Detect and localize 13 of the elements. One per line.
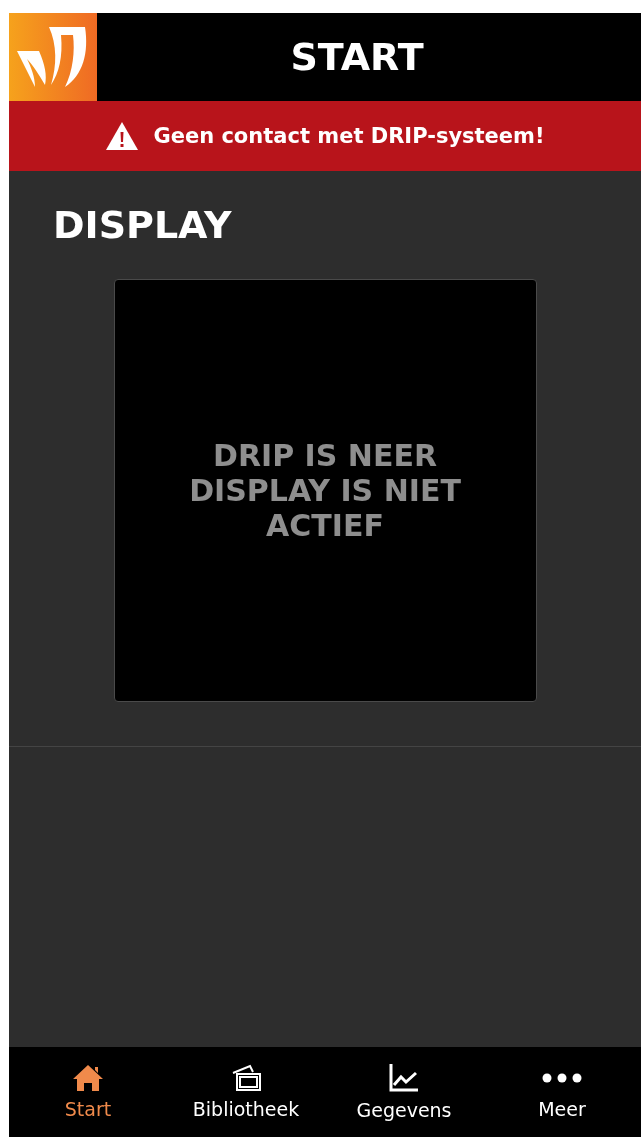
alert-message: Geen contact met DRIP-systeem! xyxy=(153,124,545,148)
warning-icon xyxy=(105,121,140,151)
photos-icon xyxy=(230,1064,262,1092)
logo-icon xyxy=(9,13,97,101)
page-title: START xyxy=(289,35,425,79)
line-chart-icon xyxy=(388,1063,420,1093)
nav-tab[interactable]: Meer xyxy=(483,1047,641,1137)
nav-tab[interactable]: Start xyxy=(9,1047,167,1137)
home-icon xyxy=(72,1064,104,1092)
nav-tab[interactable]: Bibliotheek xyxy=(167,1047,325,1137)
display-message: DRIP IS NEER DISPLAY IS NIET ACTIEF xyxy=(189,438,461,543)
section-title: DISPLAY xyxy=(53,202,233,249)
nav-tab[interactable]: Gegevens xyxy=(325,1047,483,1137)
